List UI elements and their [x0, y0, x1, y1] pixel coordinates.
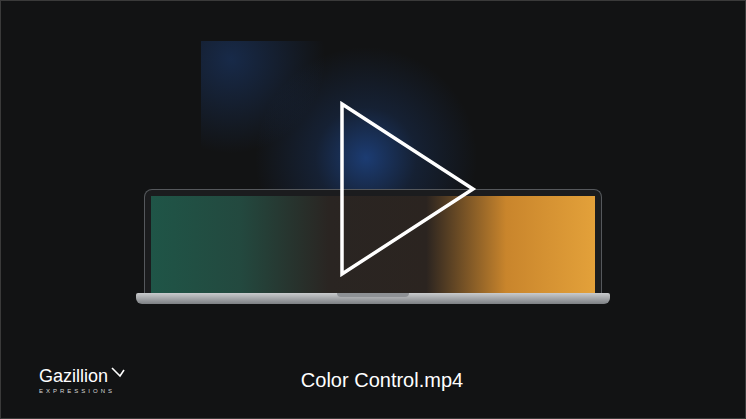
laptop-notch [337, 293, 409, 297]
laptop-base [136, 293, 610, 304]
video-frame[interactable] [1, 1, 745, 350]
laptop-screen [151, 196, 595, 293]
laptop-image [136, 189, 610, 304]
play-icon[interactable] [339, 101, 479, 277]
logo-tagline: EXPRESSIONS [39, 388, 301, 394]
video-player[interactable]: Gazillion EXPRESSIONS Color Control.mp4 [0, 0, 746, 419]
logo-name: Gazillion [39, 366, 108, 386]
caption-bar: Gazillion EXPRESSIONS Color Control.mp4 [1, 350, 745, 418]
swoosh-icon [110, 366, 126, 382]
video-filename: Color Control.mp4 [301, 368, 463, 392]
logo: Gazillion EXPRESSIONS [39, 366, 301, 394]
laptop-lid [144, 189, 602, 293]
